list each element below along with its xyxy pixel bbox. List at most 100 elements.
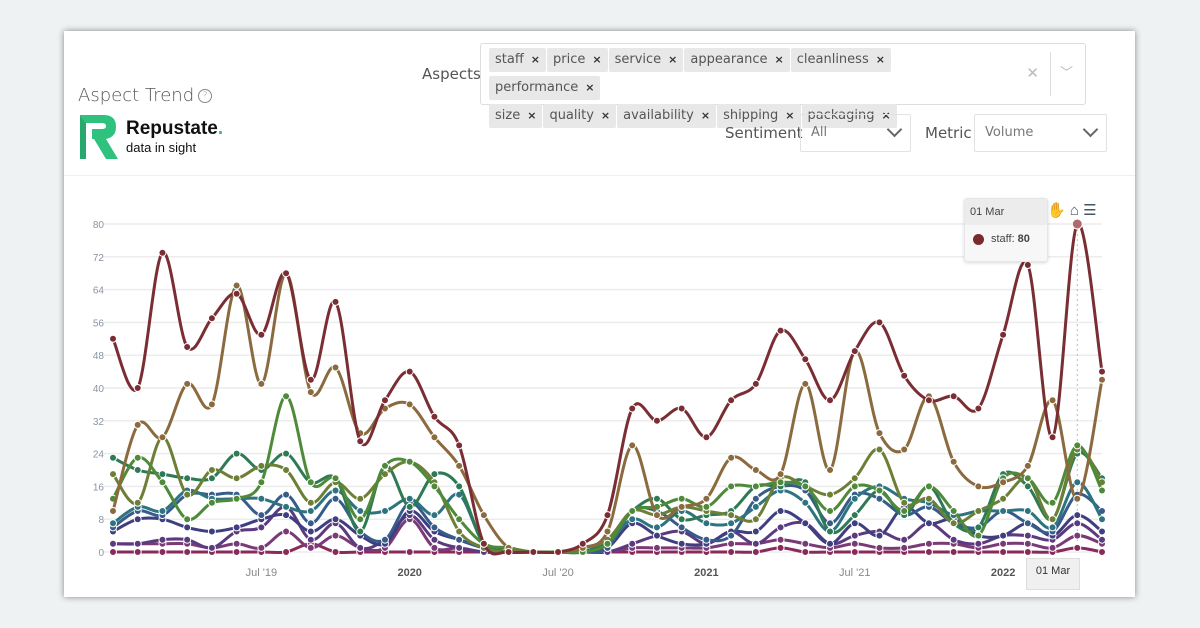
data-point-availability	[776, 523, 785, 532]
data-point-appearance	[133, 498, 142, 507]
data-point-shipping	[282, 527, 291, 536]
data-point-performance	[405, 494, 414, 503]
data-point-quality	[133, 515, 142, 524]
data-point-service	[1073, 441, 1082, 450]
data-point-price	[628, 441, 637, 450]
data-point-service	[1048, 498, 1057, 507]
data-point-staff	[850, 347, 859, 356]
data-point-staff	[875, 318, 884, 327]
y-tick-label: 0	[98, 548, 104, 559]
data-point-staff	[1098, 367, 1106, 376]
data-point-packaging	[331, 548, 340, 556]
data-point-appearance	[850, 474, 859, 483]
data-point-quality	[801, 519, 810, 528]
data-point-staff	[430, 412, 439, 421]
data-point-quality	[826, 539, 835, 548]
data-point-service	[207, 498, 216, 507]
menu-icon[interactable]: ☰	[1083, 202, 1096, 219]
data-point-staff	[529, 548, 538, 556]
data-point-appearance	[727, 511, 736, 520]
data-point-price	[158, 433, 167, 442]
data-point-packaging	[727, 548, 736, 556]
data-point-price	[826, 466, 835, 474]
data-point-shipping	[430, 543, 439, 552]
data-point-service	[850, 482, 859, 491]
data-point-appearance	[306, 498, 315, 507]
data-point-staff	[282, 269, 291, 278]
data-point-shipping	[875, 543, 884, 552]
data-point-service	[405, 457, 414, 466]
data-point-price	[232, 281, 241, 290]
data-point-staff	[133, 384, 142, 392]
data-point-availability	[133, 539, 142, 548]
data-point-shipping	[776, 535, 785, 544]
y-tick-label: 72	[93, 253, 105, 264]
data-point-shipping	[257, 543, 266, 552]
data-point-quality	[207, 527, 216, 536]
x-tick-label: 2021	[694, 567, 718, 579]
x-tick-label: 2022	[991, 567, 1015, 579]
data-point-price	[900, 445, 909, 454]
data-point-service	[1098, 486, 1106, 495]
data-point-service	[826, 507, 835, 515]
data-point-performance	[727, 519, 736, 528]
data-point-performance	[702, 519, 711, 528]
hand-icon[interactable]: ✋	[1047, 202, 1066, 219]
data-point-price	[999, 478, 1008, 487]
data-point-size	[257, 511, 266, 520]
data-point-performance	[356, 507, 365, 515]
data-point-service	[430, 482, 439, 491]
data-point-staff	[504, 548, 513, 556]
data-point-price	[331, 363, 340, 372]
data-point-staff	[776, 326, 785, 335]
data-point-size	[826, 519, 835, 528]
data-point-staff	[727, 396, 736, 405]
line-chart[interactable]: 0 8 16 24 32 40 48 56 64 72 80 Jul '19 2020 Jul '20 20…	[64, 31, 1135, 597]
data-point-cleanliness	[677, 515, 686, 524]
data-point-size	[751, 494, 760, 503]
data-point-appearance	[232, 474, 241, 483]
data-point-price	[702, 494, 711, 503]
data-point-quality	[232, 523, 241, 532]
y-tick-label: 48	[93, 351, 105, 362]
data-point-staff	[826, 396, 835, 405]
data-point-size	[727, 531, 736, 540]
data-point-service	[306, 478, 315, 487]
highlighted-point	[1071, 218, 1083, 230]
data-point-packaging	[1023, 548, 1032, 556]
data-point-price	[1073, 494, 1082, 503]
data-point-availability	[158, 535, 167, 544]
data-point-staff	[702, 433, 711, 442]
data-point-shipping	[1048, 543, 1057, 552]
data-point-appearance	[974, 507, 983, 515]
data-point-performance	[751, 502, 760, 511]
data-point-price	[207, 400, 216, 409]
data-point-price	[109, 507, 117, 515]
data-point-price	[133, 420, 142, 429]
data-point-cleanliness	[133, 466, 142, 474]
data-point-availability	[430, 535, 439, 544]
data-point-staff	[109, 334, 117, 343]
data-point-appearance	[257, 461, 266, 470]
tooltip-date: 01 Mar	[965, 199, 1047, 225]
data-point-staff	[949, 392, 958, 401]
data-point-service	[356, 515, 365, 524]
data-point-staff	[751, 379, 760, 388]
data-point-performance	[430, 511, 439, 520]
data-point-appearance	[207, 466, 216, 474]
x-tick-label: Jul '19	[246, 567, 277, 579]
home-icon[interactable]: ⌂	[1070, 202, 1079, 219]
data-point-availability	[900, 535, 909, 544]
data-point-price	[257, 379, 266, 388]
data-point-staff	[603, 511, 612, 520]
data-point-cleanliness	[455, 482, 464, 491]
data-point-cleanliness	[282, 449, 291, 458]
y-tick-label: 56	[93, 318, 105, 329]
crosshair-x-label: 01 Mar	[1026, 558, 1080, 590]
data-point-staff	[183, 343, 192, 351]
data-point-quality	[999, 531, 1008, 540]
data-point-quality	[751, 527, 760, 536]
data-point-shipping	[850, 539, 859, 548]
data-point-appearance	[999, 494, 1008, 503]
data-point-staff	[900, 371, 909, 380]
